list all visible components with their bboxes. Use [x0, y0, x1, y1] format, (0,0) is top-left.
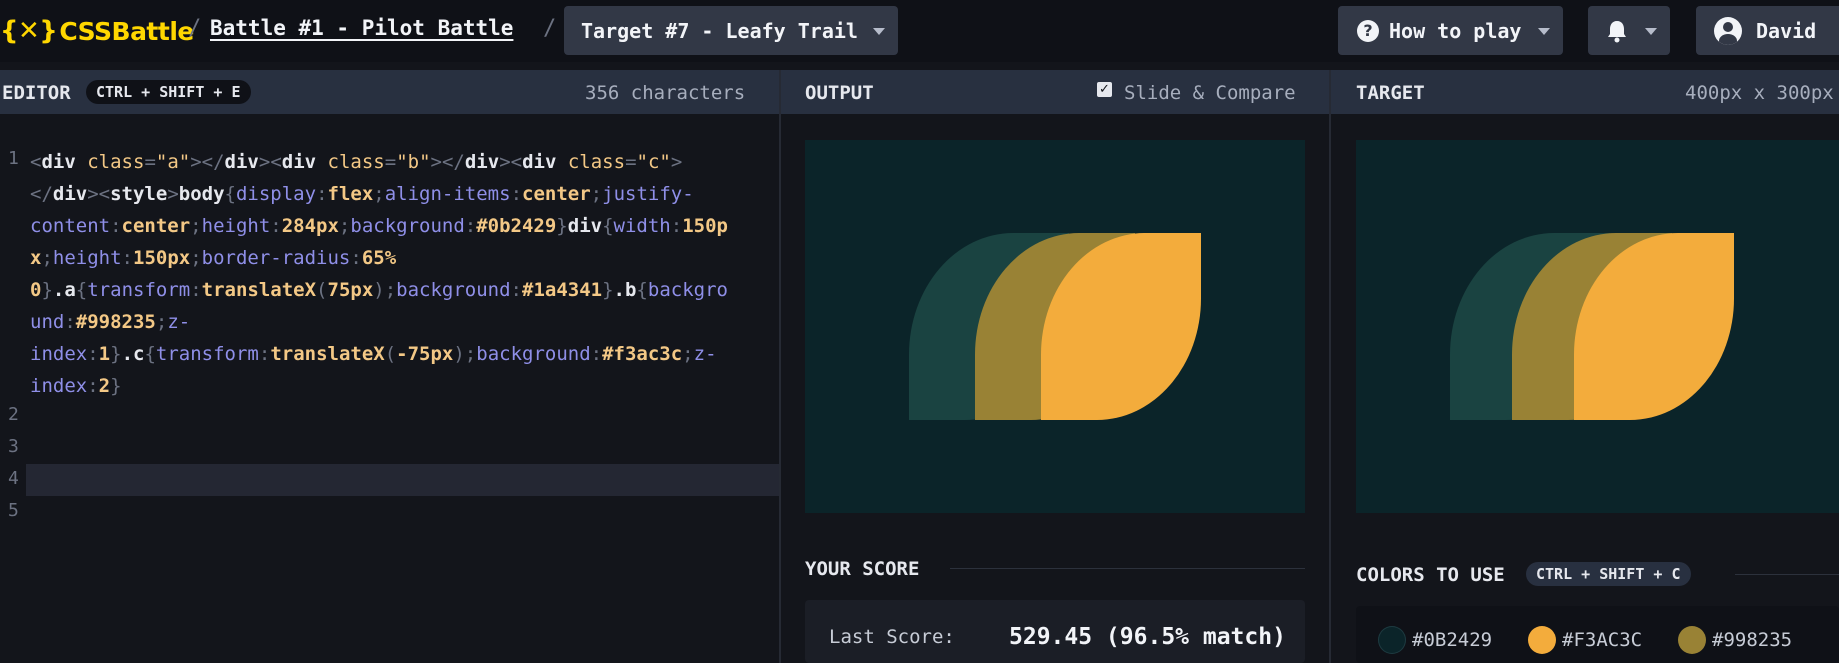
- line-number: 4: [8, 468, 19, 489]
- line-number: 5: [8, 500, 19, 521]
- color-dot: [1678, 626, 1706, 654]
- code-editor[interactable]: 1 2 3 4 5 <div class="a"></div><div clas…: [0, 114, 779, 663]
- chevron-down-icon: [873, 28, 885, 35]
- color-dot: [1378, 626, 1406, 654]
- line-number: 2: [8, 404, 19, 425]
- breadcrumb-separator: /: [543, 16, 557, 41]
- chevron-down-icon: [1538, 28, 1550, 35]
- character-count: 356 characters: [585, 82, 746, 104]
- target-title: TARGET: [1356, 82, 1425, 104]
- logo-text: CSSBattle: [59, 16, 194, 46]
- target-select-dropdown[interactable]: Target #7 - Leafy Trail: [564, 6, 898, 55]
- last-score-value: 529.45 (96.5% match): [1009, 624, 1286, 650]
- your-score-title: YOUR SCORE: [805, 558, 920, 580]
- output-header: OUTPUT ✓ Slide & Compare: [781, 70, 1329, 114]
- bell-icon: [1608, 20, 1626, 42]
- score-card: Last Score: 529.45 (96.5% match): [805, 600, 1305, 663]
- target-header: TARGET 400px x 300px: [1331, 70, 1839, 114]
- notifications-button[interactable]: [1588, 6, 1670, 55]
- colors-shortcut-badge: CTRL + SHIFT + C: [1526, 562, 1691, 586]
- section-divider: [950, 568, 1305, 569]
- output-title: OUTPUT: [805, 82, 874, 104]
- line-number: 1: [8, 148, 19, 169]
- breadcrumb-separator: /: [188, 16, 202, 41]
- avatar-icon: [1714, 16, 1742, 45]
- logo-mark-icon: {✕}: [0, 16, 58, 46]
- target-size: 400px x 300px: [1685, 82, 1834, 104]
- target-preview[interactable]: [1356, 140, 1839, 513]
- panel-divider[interactable]: [1329, 70, 1331, 663]
- user-name: David: [1756, 18, 1817, 43]
- output-preview[interactable]: [805, 140, 1305, 513]
- color-hex: #0B2429: [1412, 629, 1493, 651]
- active-line-highlight: [26, 464, 779, 496]
- question-circle-icon: ?: [1357, 19, 1379, 42]
- color-swatch[interactable]: #F3AC3C: [1528, 626, 1642, 654]
- target-select-label: Target #7 - Leafy Trail: [581, 18, 858, 43]
- color-hex: #998235: [1712, 629, 1793, 651]
- code-content[interactable]: <div class="a"></div><div class="b"></di…: [30, 146, 765, 402]
- top-header: {✕} CSSBattle / Battle #1 - Pilot Battle…: [0, 0, 1839, 62]
- chevron-down-icon: [1645, 28, 1657, 35]
- colors-to-use-title: COLORS TO USE: [1356, 564, 1505, 586]
- section-divider: [1735, 574, 1839, 575]
- color-swatch[interactable]: #0B2429: [1378, 626, 1492, 654]
- color-hex: #F3AC3C: [1562, 629, 1643, 651]
- breadcrumb-battle-link[interactable]: Battle #1 - Pilot Battle: [210, 16, 513, 40]
- cssbattle-logo[interactable]: {✕} CSSBattle: [0, 14, 194, 48]
- editor-header: EDITOR CTRL + SHIFT + E 356 characters: [0, 70, 779, 114]
- user-menu-button[interactable]: David: [1696, 6, 1839, 55]
- last-score-label: Last Score:: [829, 626, 955, 648]
- slide-compare-checkbox[interactable]: ✓: [1097, 82, 1112, 97]
- color-palette: #0B2429 #F3AC3C #998235: [1356, 606, 1839, 663]
- how-to-play-label: How to play: [1389, 18, 1522, 43]
- editor-shortcut-badge: CTRL + SHIFT + E: [86, 80, 251, 104]
- color-dot: [1528, 626, 1556, 654]
- panel-divider[interactable]: [779, 70, 781, 663]
- color-swatch[interactable]: #998235: [1678, 626, 1792, 654]
- editor-title: EDITOR: [2, 82, 71, 104]
- slide-compare-label[interactable]: Slide & Compare: [1124, 82, 1296, 104]
- how-to-play-button[interactable]: ? How to play: [1338, 6, 1563, 55]
- line-number: 3: [8, 436, 19, 457]
